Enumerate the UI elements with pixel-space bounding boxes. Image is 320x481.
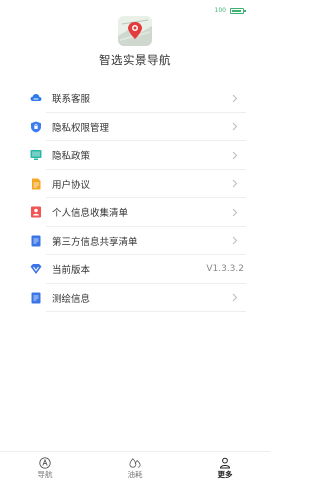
person-card-icon (31, 206, 41, 218)
menu-item-label: 测绘信息 (52, 293, 91, 305)
person-icon (219, 457, 231, 469)
chevron-right-icon (232, 151, 238, 160)
battery-tip (244, 10, 246, 12)
settings-menu: 联系客服 隐私权限管理 隐私政策 用户协议 个人信息收集清单 第三方信息共享清单… (24, 84, 246, 312)
menu-item-user-agreement[interactable]: 用户协议 (24, 170, 246, 198)
menu-item-surveying-info[interactable]: 测绘信息 (24, 284, 246, 312)
menu-item-label: 当前版本 (52, 265, 91, 277)
document-icon (32, 178, 41, 190)
menu-item-label: 个人信息收集清单 (52, 208, 129, 220)
tab-navigation[interactable]: 导航 (20, 452, 70, 481)
list-document-icon (31, 235, 41, 247)
chevron-right-icon (232, 293, 238, 302)
version-number: V1.3.3.2 (206, 264, 244, 275)
battery-icon (230, 8, 244, 14)
menu-item-label: 隐私政策 (52, 151, 91, 163)
chevron-right-icon (232, 122, 238, 131)
bottom-tab-bar: 导航 油耗 更多 (0, 451, 270, 481)
chevron-right-icon (232, 236, 238, 245)
tab-label: 导航 (37, 470, 53, 479)
menu-item-personal-info-list[interactable]: 个人信息收集清单 (24, 198, 246, 227)
menu-item-third-party-sharing-list[interactable]: 第三方信息共享清单 (24, 227, 246, 255)
divider (46, 311, 246, 312)
cloud-service-icon (30, 94, 42, 102)
menu-item-privacy-policy[interactable]: 隐私政策 (24, 141, 246, 170)
chevron-right-icon (232, 208, 238, 217)
tab-fuel-consumption[interactable]: 油耗 (110, 452, 160, 481)
battery-level-text: 100 (214, 7, 226, 14)
shield-icon (31, 121, 41, 133)
version-v-icon (30, 264, 42, 275)
tab-label: 更多 (217, 470, 233, 479)
menu-item-label: 第三方信息共享清单 (52, 236, 138, 248)
monitor-icon (30, 150, 42, 161)
tab-more[interactable]: 更多 (200, 452, 250, 481)
menu-item-label: 用户协议 (52, 179, 91, 191)
status-bar: 100 (0, 0, 270, 14)
menu-item-privacy-permissions[interactable]: 隐私权限管理 (24, 113, 246, 141)
menu-item-label: 隐私权限管理 (52, 122, 110, 134)
menu-item-current-version[interactable]: 当前版本 V1.3.3.2 (24, 255, 246, 284)
chevron-right-icon (232, 94, 238, 103)
app-title: 智选实景导航 (99, 53, 171, 67)
compass-a-icon (39, 457, 51, 469)
app-logo (118, 16, 152, 46)
menu-item-contact-service[interactable]: 联系客服 (24, 84, 246, 113)
info-document-icon (31, 292, 41, 304)
drops-icon (129, 458, 141, 468)
menu-item-label: 联系客服 (52, 94, 91, 106)
tab-label: 油耗 (127, 470, 143, 479)
chevron-right-icon (232, 179, 238, 188)
